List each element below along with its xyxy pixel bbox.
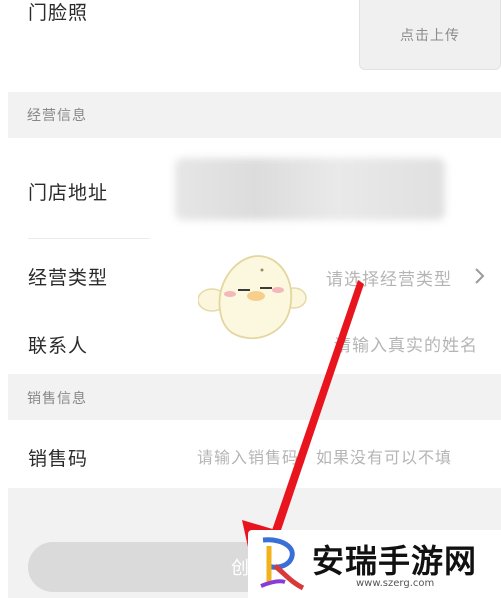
watermark-url: www.szerg.com bbox=[356, 578, 435, 589]
sales-code-label: 销售码 bbox=[28, 448, 89, 470]
storefront-photo-label: 门脸照 bbox=[28, 2, 89, 24]
business-info-title: 经营信息 bbox=[27, 108, 87, 124]
business-type-label: 经营类型 bbox=[28, 267, 109, 289]
upload-photo-button[interactable]: 点击上传 bbox=[359, 0, 501, 70]
watermark-logo-icon bbox=[260, 537, 305, 591]
chevron-right-icon[interactable] bbox=[473, 266, 485, 286]
store-address-input[interactable] bbox=[175, 158, 445, 220]
business-info-section-header: 经营信息 bbox=[8, 92, 501, 138]
store-address-label: 门店地址 bbox=[28, 182, 109, 204]
sales-info-title: 销售信息 bbox=[27, 391, 87, 407]
contact-label: 联系人 bbox=[28, 335, 89, 357]
watermark-title: 安瑞手游网 bbox=[312, 542, 478, 580]
divider bbox=[28, 238, 150, 239]
